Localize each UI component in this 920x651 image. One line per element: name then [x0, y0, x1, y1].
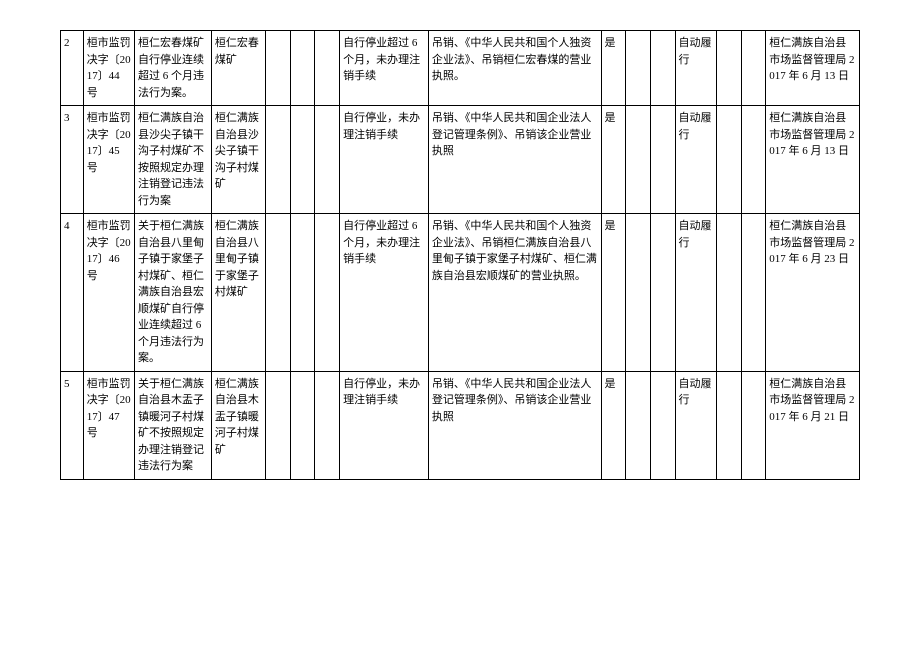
cell-performance: 自动履行: [675, 214, 716, 372]
cell-empty: [315, 106, 340, 214]
cell-violation: 自行停业，未办理注销手续: [340, 106, 429, 214]
cell-yes-flag: 是: [601, 214, 626, 372]
cell-performance: 自动履行: [675, 371, 716, 479]
cell-penalty: 吊销、《中华人民共和国企业法人登记管理条例》、吊销该企业营业执照: [428, 106, 601, 214]
cell-party: 桓仁满族自治县沙尖子镇干沟子村煤矿: [211, 106, 265, 214]
cell-empty: [716, 371, 741, 479]
cell-violation: 自行停业超过 6 个月，未办理注销手续: [340, 214, 429, 372]
cell-doc-no: 桓市监罚决字〔2017〕45 号: [83, 106, 134, 214]
cell-empty: [315, 214, 340, 372]
penalty-table: 2桓市监罚决字〔2017〕44 号桓仁宏春煤矿自行停业连续超过 6 个月违法行为…: [60, 30, 860, 480]
cell-empty: [741, 214, 766, 372]
cell-empty: [266, 371, 291, 479]
cell-case-name: 关于桓仁满族自治县木盂子镇暖河子村煤矿不按照规定办理注销登记违法行为案: [134, 371, 211, 479]
cell-violation: 自行停业，未办理注销手续: [340, 371, 429, 479]
cell-doc-no: 桓市监罚决字〔2017〕44 号: [83, 31, 134, 106]
table-row: 2桓市监罚决字〔2017〕44 号桓仁宏春煤矿自行停业连续超过 6 个月违法行为…: [61, 31, 860, 106]
table-row: 5桓市监罚决字〔2017〕47 号关于桓仁满族自治县木盂子镇暖河子村煤矿不按照规…: [61, 371, 860, 479]
cell-empty: [626, 371, 651, 479]
cell-penalty: 吊销、《中华人民共和国企业法人登记管理条例》、吊销该企业营业执照: [428, 371, 601, 479]
cell-authority: 桓仁满族自治县市场监督管理局 2017 年 6 月 21 日: [766, 371, 860, 479]
cell-index: 2: [61, 31, 84, 106]
cell-empty: [290, 106, 315, 214]
cell-empty: [716, 214, 741, 372]
cell-yes-flag: 是: [601, 106, 626, 214]
cell-empty: [650, 31, 675, 106]
table-row: 4桓市监罚决字〔2017〕46 号关于桓仁满族自治县八里甸子镇于家堡子村煤矿、桓…: [61, 214, 860, 372]
cell-empty: [266, 214, 291, 372]
cell-party: 桓仁满族自治县木盂子镇暖河子村煤矿: [211, 371, 265, 479]
cell-case-name: 桓仁宏春煤矿自行停业连续超过 6 个月违法行为案。: [134, 31, 211, 106]
cell-yes-flag: 是: [601, 371, 626, 479]
cell-violation: 自行停业超过 6 个月，未办理注销手续: [340, 31, 429, 106]
cell-index: 4: [61, 214, 84, 372]
cell-authority: 桓仁满族自治县市场监督管理局 2017 年 6 月 13 日: [766, 106, 860, 214]
cell-empty: [626, 31, 651, 106]
cell-performance: 自动履行: [675, 106, 716, 214]
cell-party: 桓仁满族自治县八里甸子镇于家堡子村煤矿: [211, 214, 265, 372]
cell-empty: [650, 214, 675, 372]
cell-empty: [315, 371, 340, 479]
cell-yes-flag: 是: [601, 31, 626, 106]
cell-case-name: 桓仁满族自治县沙尖子镇干沟子村煤矿不按照规定办理注销登记违法行为案: [134, 106, 211, 214]
cell-empty: [741, 371, 766, 479]
cell-penalty: 吊销、《中华人民共和国个人独资企业法》、吊销桓仁宏春煤的营业执照。: [428, 31, 601, 106]
cell-empty: [716, 31, 741, 106]
cell-empty: [315, 31, 340, 106]
cell-index: 5: [61, 371, 84, 479]
cell-empty: [626, 106, 651, 214]
cell-empty: [290, 214, 315, 372]
cell-case-name: 关于桓仁满族自治县八里甸子镇于家堡子村煤矿、桓仁满族自治县宏顺煤矿自行停业连续超…: [134, 214, 211, 372]
cell-authority: 桓仁满族自治县市场监督管理局 2017 年 6 月 13 日: [766, 31, 860, 106]
cell-empty: [741, 106, 766, 214]
cell-party: 桓仁宏春煤矿: [211, 31, 265, 106]
cell-empty: [266, 106, 291, 214]
cell-empty: [266, 31, 291, 106]
cell-empty: [626, 214, 651, 372]
cell-doc-no: 桓市监罚决字〔2017〕47 号: [83, 371, 134, 479]
table-row: 3桓市监罚决字〔2017〕45 号桓仁满族自治县沙尖子镇干沟子村煤矿不按照规定办…: [61, 106, 860, 214]
cell-empty: [650, 371, 675, 479]
cell-empty: [650, 106, 675, 214]
cell-penalty: 吊销、《中华人民共和国个人独资企业法》、吊销桓仁满族自治县八里甸子镇于家堡子村煤…: [428, 214, 601, 372]
cell-empty: [741, 31, 766, 106]
cell-empty: [716, 106, 741, 214]
cell-authority: 桓仁满族自治县市场监督管理局 2017 年 6 月 23 日: [766, 214, 860, 372]
cell-empty: [290, 371, 315, 479]
cell-doc-no: 桓市监罚决字〔2017〕46 号: [83, 214, 134, 372]
cell-performance: 自动履行: [675, 31, 716, 106]
cell-empty: [290, 31, 315, 106]
cell-index: 3: [61, 106, 84, 214]
